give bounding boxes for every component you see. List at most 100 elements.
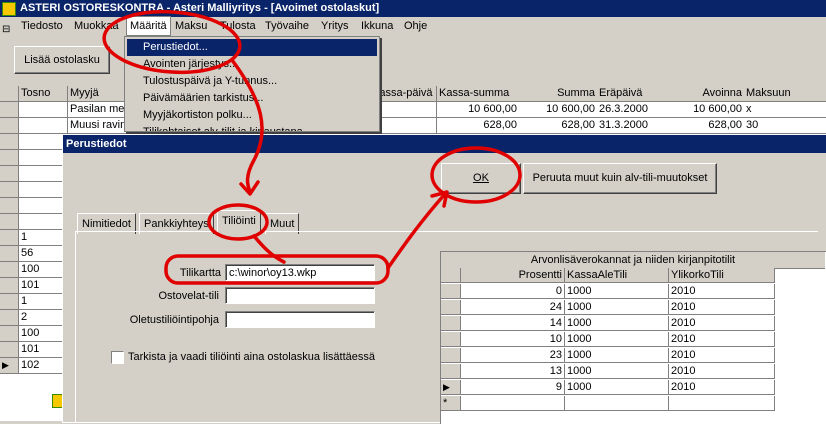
menu-maksu[interactable]: Maksu (172, 17, 210, 36)
table-row[interactable] (0, 182, 67, 198)
alv-table-new-row[interactable]: * (441, 396, 826, 412)
ok-button[interactable]: OK (441, 163, 521, 194)
alv-table-row[interactable]: 0 1000 2010 (441, 284, 826, 300)
cell-tosno[interactable] (19, 102, 68, 118)
cell-prosentti[interactable]: 24 (461, 300, 565, 315)
alv-table-row[interactable]: 24 1000 2010 (441, 300, 826, 316)
cell-avoinna[interactable]: 628,00 (691, 118, 745, 134)
col-header-erapaiva[interactable]: Eräpäivä (597, 86, 692, 102)
menu-tulosta[interactable]: Tulosta (217, 17, 259, 36)
cell-prosentti[interactable] (461, 396, 565, 411)
menu-item-myyjakortiston-polku[interactable]: Myyjäkortiston polku... (127, 107, 377, 124)
cell-tosno[interactable] (19, 166, 67, 182)
table-row[interactable] (0, 166, 67, 182)
oletustiliointipohja-input[interactable] (225, 311, 375, 328)
cell-tosno[interactable]: 100 (19, 262, 67, 278)
menu-yritys[interactable]: Yritys (318, 17, 352, 36)
menu-muokkaa[interactable]: Muokkaa (71, 17, 122, 36)
col-header-tosno[interactable]: Tosno (19, 86, 68, 102)
col-header-ylikorkotili[interactable]: YlikorkoTili (669, 268, 775, 283)
cell-tosno[interactable] (19, 150, 67, 166)
table-row[interactable] (0, 214, 67, 230)
cell-prosentti[interactable]: 23 (461, 348, 565, 363)
cell-kassaaletili[interactable]: 1000 (565, 380, 669, 395)
alv-table-row[interactable]: 13 1000 2010 (441, 364, 826, 380)
cell-kassasumma[interactable]: 628,00 (437, 118, 520, 134)
tab-tilointi[interactable]: Tiliöinti (217, 210, 261, 234)
cell-summa[interactable]: 10 600,00 (519, 102, 598, 118)
alv-table-row[interactable]: ▶ 9 1000 2010 (441, 380, 826, 396)
cell-kassaaletili[interactable]: 1000 (565, 316, 669, 331)
table-row[interactable] (0, 198, 67, 214)
tilikartta-input[interactable]: c:\winor\oy13.wkp (225, 264, 375, 281)
menu-ikkuna[interactable]: Ikkuna (358, 17, 396, 36)
table-row[interactable]: 101 (0, 342, 67, 358)
cell-prosentti[interactable]: 10 (461, 332, 565, 347)
cell-avoinna[interactable]: 10 600,00 (691, 102, 745, 118)
ostovelat-tili-input[interactable] (225, 287, 375, 304)
cell-tosno[interactable] (19, 182, 67, 198)
cell-tosno[interactable]: 100 (19, 326, 67, 342)
left-tosno-strip[interactable]: 1 56 100 101 1 2 100 101 ▶ 102 (0, 134, 67, 421)
alv-table[interactable]: Arvonlisäverokannat ja niiden kirjanpito… (440, 251, 826, 424)
menu-item-paivamaarien-tarkistus[interactable]: Päivämäärien tarkistus... (127, 90, 377, 107)
cell-tosno[interactable]: 1 (19, 294, 67, 310)
table-row[interactable]: 2 (0, 310, 67, 326)
tarkista-tilointi-checkbox[interactable] (111, 351, 124, 364)
table-row[interactable] (0, 150, 67, 166)
cell-tosno[interactable] (19, 198, 67, 214)
menu-maarita[interactable]: Määritä (126, 16, 171, 36)
cell-tosno[interactable]: 56 (19, 246, 67, 262)
table-row[interactable]: 100 (0, 326, 67, 342)
cell-ylikorkotili[interactable]: 2010 (669, 364, 775, 379)
cell-maksuun[interactable]: 30 (744, 118, 826, 134)
cell-ylikorkotili[interactable]: 2010 (669, 332, 775, 347)
menu-tiedosto[interactable]: Tiedosto (18, 17, 66, 36)
add-invoice-button[interactable]: Lisää ostolasku (14, 46, 110, 74)
menu-ohje[interactable]: Ohje (401, 17, 430, 36)
col-header-kassaaletili[interactable]: KassaAleTili (565, 268, 669, 283)
menu-item-tulostuspaiva[interactable]: Tulostuspäivä ja Y-tunnus... (127, 73, 377, 90)
cell-prosentti[interactable]: 9 (461, 380, 565, 395)
menu-tyovaihe[interactable]: Työvaihe (262, 17, 312, 36)
alv-table-row[interactable]: 23 1000 2010 (441, 348, 826, 364)
cell-kassaaletili[interactable]: 1000 (565, 364, 669, 379)
table-row[interactable]: ▶ 102 (0, 358, 67, 374)
cell-kassaaletili[interactable]: 1000 (565, 332, 669, 347)
menu-item-avointen-jarjestys[interactable]: Avointen järjestys... (127, 56, 377, 73)
cell-kassaaletili[interactable]: 1000 (565, 284, 669, 299)
cell-tosno[interactable] (19, 134, 67, 150)
tarkista-tilointi-label[interactable]: Tarkista ja vaadi tiliöinti aina ostolas… (128, 351, 375, 363)
cell-kassasumma[interactable]: 10 600,00 (437, 102, 520, 118)
cell-kassaaletili[interactable] (565, 396, 669, 411)
menu-item-perustiedot[interactable]: Perustiedot... (127, 39, 377, 56)
cell-tosno[interactable]: 1 (19, 230, 67, 246)
cell-tosno[interactable]: 2 (19, 310, 67, 326)
col-header-avoinna[interactable]: Avoinna (691, 86, 745, 102)
cell-kassapaiva[interactable] (370, 118, 437, 134)
col-header-maksuun[interactable]: Maksuun (744, 86, 826, 102)
col-header-summa[interactable]: Summa (519, 86, 598, 102)
table-row[interactable]: 1 (0, 230, 67, 246)
cell-ylikorkotili[interactable] (669, 396, 775, 411)
alv-table-row[interactable]: 14 1000 2010 (441, 316, 826, 332)
cell-prosentti[interactable]: 0 (461, 284, 565, 299)
cell-maksuun[interactable]: x (744, 102, 826, 118)
new-row-marker[interactable]: * (441, 396, 461, 411)
cell-summa[interactable]: 628,00 (519, 118, 598, 134)
cell-prosentti[interactable]: 13 (461, 364, 565, 379)
cell-tosno[interactable]: 101 (19, 278, 67, 294)
table-row[interactable]: 101 (0, 278, 67, 294)
col-header-prosentti[interactable]: Prosentti (461, 268, 565, 283)
table-row[interactable]: 100 (0, 262, 67, 278)
cell-tosno[interactable]: 101 (19, 342, 67, 358)
cell-tosno[interactable] (19, 118, 68, 134)
table-row[interactable]: 56 (0, 246, 67, 262)
alv-table-row[interactable]: 10 1000 2010 (441, 332, 826, 348)
cell-ylikorkotili[interactable]: 2010 (669, 300, 775, 315)
cell-kassapaiva[interactable] (370, 102, 437, 118)
cell-ylikorkotili[interactable]: 2010 (669, 284, 775, 299)
cell-prosentti[interactable]: 14 (461, 316, 565, 331)
cell-tosno[interactable]: 102 (19, 358, 67, 374)
menu-item-alv-tilit[interactable]: Tilikohtaiset alv-tilit ja kirjaustapa..… (127, 124, 377, 131)
